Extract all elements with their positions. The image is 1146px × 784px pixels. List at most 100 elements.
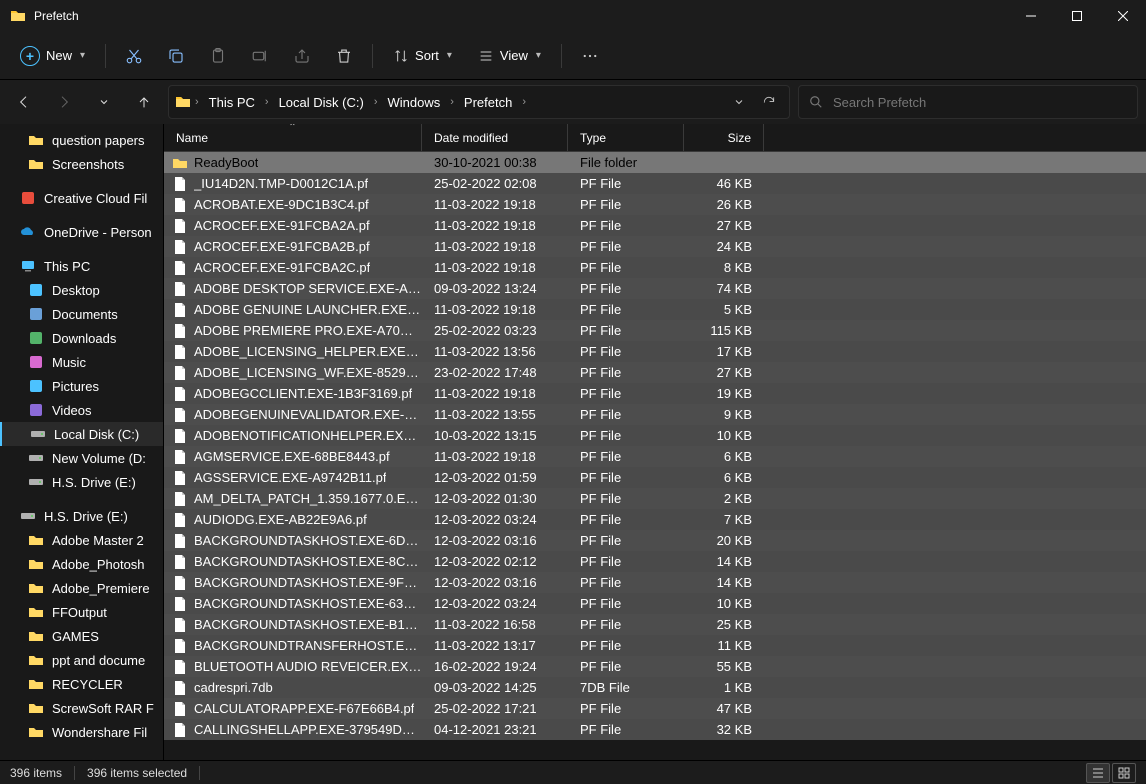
table-row[interactable]: ACROCEF.EXE-91FCBA2A.pf11-03-2022 19:18P… [164,215,1146,236]
sidebar-item[interactable]: FFOutput [0,600,163,624]
table-row[interactable]: ADOBEGCCLIENT.EXE-1B3F3169.pf11-03-2022 … [164,383,1146,404]
table-row[interactable]: ADOBE GENUINE LAUNCHER.EXE-8BD95...11-03… [164,299,1146,320]
back-button[interactable] [8,86,40,118]
sidebar-item[interactable]: Documents [0,302,163,326]
refresh-button[interactable] [755,88,783,116]
col-type[interactable]: Type [568,124,684,151]
delete-icon[interactable] [326,38,362,74]
sidebar-item[interactable]: Adobe Master 2 [0,528,163,552]
sidebar-item[interactable]: Wondershare Fil [0,720,163,744]
table-row[interactable]: _IU14D2N.TMP-D0012C1A.pf25-02-2022 02:08… [164,173,1146,194]
table-row[interactable]: ADOBENOTIFICATIONHELPER.EXE-25CC...10-03… [164,425,1146,446]
sidebar-item[interactable]: Creative Cloud Fil [0,186,163,210]
maximize-button[interactable] [1054,0,1100,32]
sidebar-item[interactable]: H.S. Drive (E:) [0,504,163,528]
table-row[interactable]: ADOBE_LICENSING_WF.EXE-85291397.pf23-02-… [164,362,1146,383]
file-size: 27 KB [684,365,764,380]
sort-button[interactable]: Sort ▾ [383,38,462,74]
up-button[interactable] [128,86,160,118]
file-date: 11-03-2022 19:18 [422,239,568,254]
view-details-icon[interactable] [1086,763,1110,783]
file-type: PF File [568,197,684,212]
file-name: ADOBE GENUINE LAUNCHER.EXE-8BD95... [194,302,422,317]
sidebar-item[interactable]: ScrewSoft RAR F [0,696,163,720]
table-row[interactable]: ADOBE PREMIERE PRO.EXE-A70C860E.pf25-02-… [164,320,1146,341]
sidebar-item[interactable]: Desktop [0,278,163,302]
table-row[interactable]: ACROBAT.EXE-9DC1B3C4.pf11-03-2022 19:18P… [164,194,1146,215]
search-input[interactable] [833,95,1127,110]
sidebar-item[interactable]: Adobe_Premiere [0,576,163,600]
col-name[interactable]: Name⌃ [164,124,422,151]
file-icon [172,554,188,570]
minimize-button[interactable] [1008,0,1054,32]
more-icon[interactable] [572,38,608,74]
sidebar-item[interactable]: GAMES [0,624,163,648]
table-row[interactable]: BLUETOOTH AUDIO REVEICER.EXE-547EC...16-… [164,656,1146,677]
sidebar-item[interactable]: Local Disk (C:) [0,422,163,446]
sidebar-item[interactable]: OneDrive - Person [0,220,163,244]
table-row[interactable]: BACKGROUNDTASKHOST.EXE-9F2EE4C2.pf12-03-… [164,572,1146,593]
col-size[interactable]: Size [684,124,764,151]
sidebar-item[interactable]: question papers [0,128,163,152]
table-row[interactable]: ACROCEF.EXE-91FCBA2B.pf11-03-2022 19:18P… [164,236,1146,257]
table-row[interactable]: BACKGROUNDTRANSFERHOST.EXE-DB32...11-03-… [164,635,1146,656]
sidebar-item[interactable]: Adobe_Photosh [0,552,163,576]
view-button[interactable]: View ▾ [468,38,551,74]
new-button[interactable]: + New ▾ [10,38,95,74]
paste-icon[interactable] [200,38,236,74]
table-row[interactable]: CALCULATORAPP.EXE-F67E66B4.pf25-02-2022 … [164,698,1146,719]
sidebar-item[interactable]: RECYCLER [0,672,163,696]
table-row[interactable]: CALLINGSHELLAPP.EXE-379549D2.pf04-12-202… [164,719,1146,740]
sidebar-item[interactable]: Pictures [0,374,163,398]
breadcrumb[interactable]: Local Disk (C:) [273,91,370,114]
table-row[interactable]: BACKGROUNDTASKHOST.EXE-6D58042C.pf12-03-… [164,530,1146,551]
share-icon[interactable] [284,38,320,74]
chevron-down-icon: ▾ [536,50,541,61]
sidebar-item[interactable]: Downloads [0,326,163,350]
table-row[interactable]: BACKGROUNDTASKHOST.EXE-B16326C0.pf11-03-… [164,614,1146,635]
sidebar-item[interactable]: Videos [0,398,163,422]
sidebar-item[interactable]: This PC [0,254,163,278]
table-row[interactable]: BACKGROUNDTASKHOST.EXE-63F11000.pf12-03-… [164,593,1146,614]
table-row[interactable]: AGMSERVICE.EXE-68BE8443.pf11-03-2022 19:… [164,446,1146,467]
file-list[interactable]: ReadyBoot30-10-2021 00:38File folder_IU1… [164,152,1146,760]
history-dropdown[interactable] [725,88,753,116]
table-row[interactable]: ADOBE DESKTOP SERVICE.EXE-A2925451.pf09-… [164,278,1146,299]
col-date[interactable]: Date modified [422,124,568,151]
sidebar-item[interactable]: New Volume (D: [0,446,163,470]
close-button[interactable] [1100,0,1146,32]
table-row[interactable]: AGSSERVICE.EXE-A9742B11.pf12-03-2022 01:… [164,467,1146,488]
rename-icon[interactable] [242,38,278,74]
cut-icon[interactable] [116,38,152,74]
table-row[interactable]: ADOBE_LICENSING_HELPER.EXE-A7EF9B...11-0… [164,341,1146,362]
table-row[interactable]: AUDIODG.EXE-AB22E9A6.pf12-03-2022 03:24P… [164,509,1146,530]
breadcrumb[interactable]: Windows [382,91,447,114]
sidebar-item-label: Documents [52,307,118,322]
breadcrumb[interactable]: This PC [203,91,261,114]
sidebar-item[interactable]: ppt and docume [0,648,163,672]
table-row[interactable]: ReadyBoot30-10-2021 00:38File folder [164,152,1146,173]
sidebar-item[interactable]: Music [0,350,163,374]
search-box[interactable] [798,85,1138,119]
sidebar-item[interactable]: Screenshots [0,152,163,176]
table-row[interactable]: cadrespri.7db09-03-2022 14:257DB File1 K… [164,677,1146,698]
file-size: 17 KB [684,344,764,359]
file-date: 11-03-2022 13:55 [422,407,568,422]
file-size: 25 KB [684,617,764,632]
file-size: 14 KB [684,575,764,590]
file-icon [172,470,188,486]
table-row[interactable]: ACROCEF.EXE-91FCBA2C.pf11-03-2022 19:18P… [164,257,1146,278]
recent-button[interactable] [88,86,120,118]
forward-button[interactable] [48,86,80,118]
sidebar-item-label: H.S. Drive (E:) [52,475,136,490]
breadcrumb[interactable]: Prefetch [458,91,518,114]
copy-icon[interactable] [158,38,194,74]
table-row[interactable]: ADOBEGENUINEVALIDATOR.EXE-2BCAF8...11-03… [164,404,1146,425]
view-large-icon[interactable] [1112,763,1136,783]
sidebar-item[interactable]: H.S. Drive (E:) [0,470,163,494]
sidebar[interactable]: question papersScreenshots Creative Cloud… [0,124,163,760]
address-bar[interactable]: › This PC›Local Disk (C:)›Windows›Prefet… [168,85,790,119]
table-row[interactable]: AM_DELTA_PATCH_1.359.1677.0.E-3139A...12… [164,488,1146,509]
table-row[interactable]: BACKGROUNDTASKHOST.EXE-8CBD7053...12-03-… [164,551,1146,572]
sidebar-item-label: Desktop [52,283,100,298]
